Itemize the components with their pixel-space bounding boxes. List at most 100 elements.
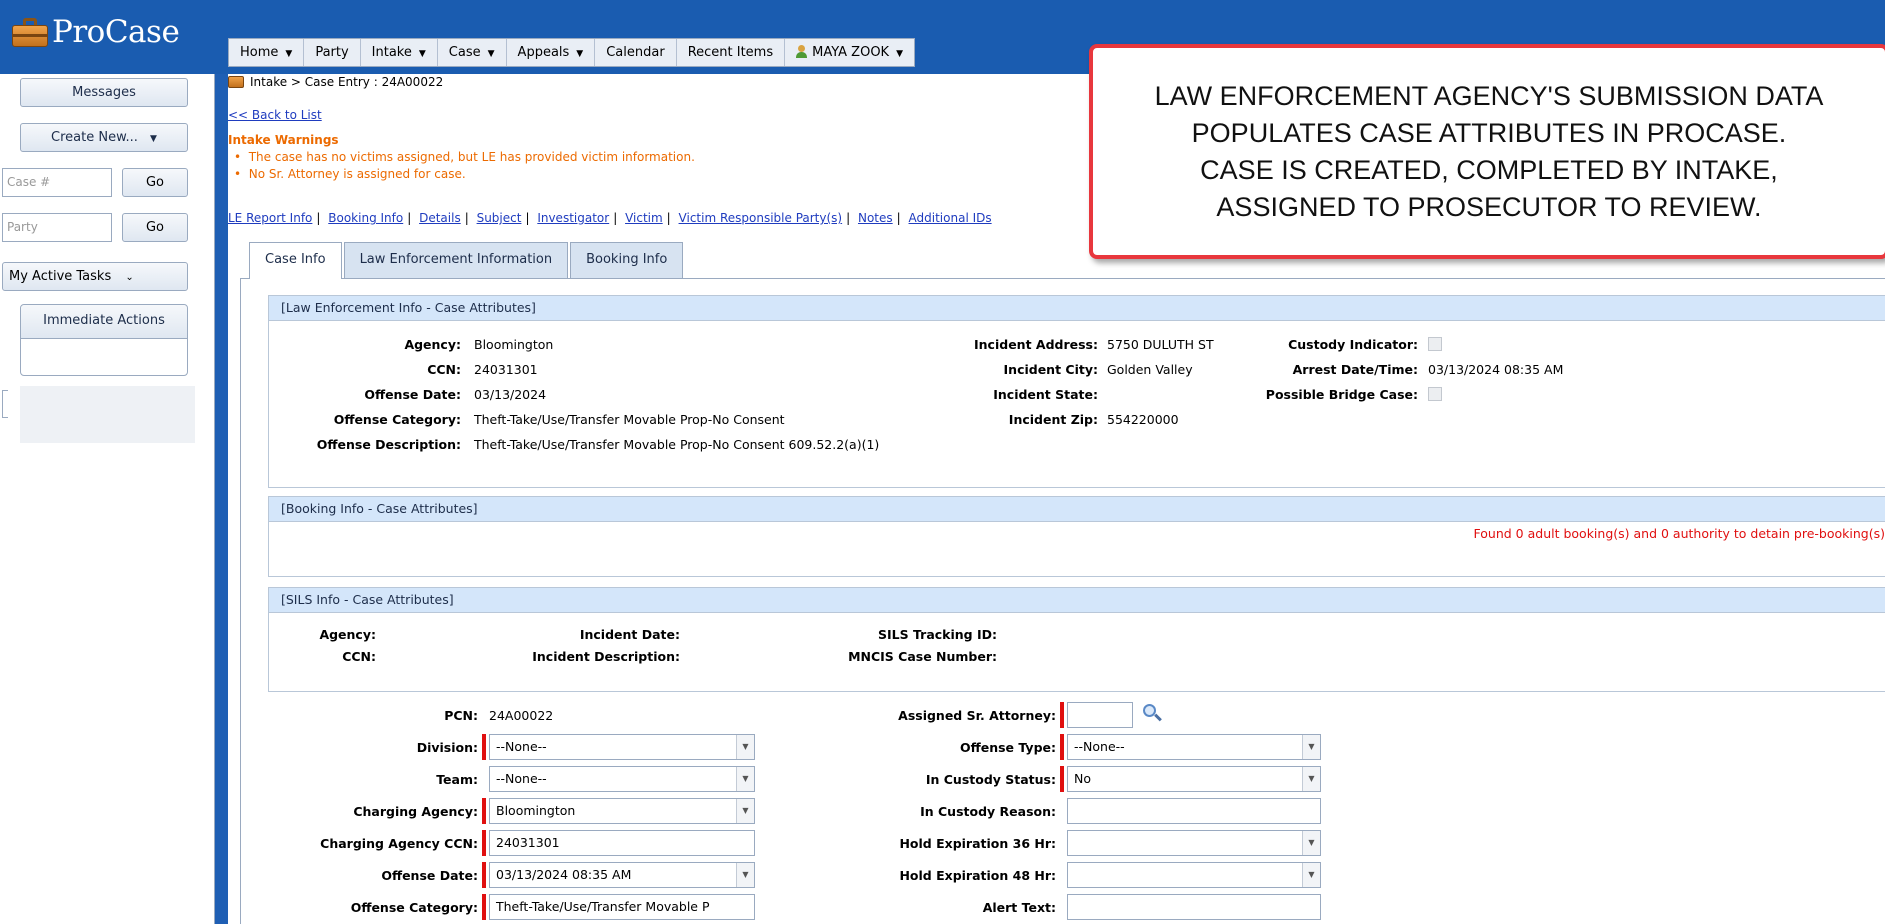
charging-agency-select[interactable]: Bloomington ▼ [489,798,755,824]
le-ccn-label: CCN: [427,362,461,377]
hold-expiration-36-label: Hold Expiration 36 Hr: [899,836,1056,851]
custody-status-select[interactable]: No ▼ [1067,766,1321,792]
le-offense-category-value: Theft-Take/Use/Transfer Movable Prop-No … [474,412,785,427]
tab-booking-info[interactable]: Booking Info [570,242,684,278]
breadcrumb: Intake > Case Entry : 24A00022 [228,75,443,89]
link-additional-ids[interactable]: Additional IDs [909,211,992,225]
section-links: LE Report Info | Booking Info | Details | S… [228,211,992,225]
warning-item: • The case has no victims assigned, but … [234,150,695,164]
logo-text: ProCase [52,14,180,50]
case-go-button[interactable]: Go [122,168,188,197]
required-marker [482,734,486,760]
sils-tracking-id-label: SILS Tracking ID: [878,627,997,642]
chevron-down-icon: ▼ [418,49,426,59]
division-select[interactable]: --None-- ▼ [489,734,755,760]
nav-appeals[interactable]: Appeals ▼ [507,39,596,66]
nav-party[interactable]: Party [304,39,361,66]
chevron-down-icon: ▼ [150,134,157,144]
le-offense-date-label: Offense Date: [364,387,461,402]
required-marker [482,798,486,824]
nav-case[interactable]: Case ▼ [438,39,507,66]
breadcrumb-text: Intake > Case Entry : 24A00022 [250,75,444,89]
required-marker [482,830,486,856]
le-ccn-value: 24031301 [474,362,538,377]
custody-reason-input[interactable] [1067,798,1321,824]
party-go-button[interactable]: Go [122,213,188,242]
link-le-report-info[interactable]: LE Report Info [228,211,312,225]
incident-zip-value: 554220000 [1107,412,1179,427]
hold-expiration-48-label: Hold Expiration 48 Hr: [899,868,1056,883]
link-booking-info[interactable]: Booking Info [328,211,403,225]
chevron-down-icon: ▼ [736,863,754,887]
required-marker [482,894,486,920]
chevron-down-icon: ▼ [576,49,584,59]
sils-info-header: [SILS Info - Case Attributes] [269,588,1885,613]
procase-logo[interactable]: ProCase [12,14,180,50]
incident-city-value: Golden Valley [1107,362,1193,377]
nav-home[interactable]: Home ▼ [229,39,305,66]
hold-expiration-48-select[interactable]: ▼ [1067,862,1321,888]
sr-attorney-input[interactable] [1067,702,1133,728]
callout-text: LAW ENFORCEMENT AGENCY'S SUBMISSION DATA… [1154,80,1824,222]
chevron-down-icon: ▼ [285,49,293,59]
sr-attorney-label: Assigned Sr. Attorney: [898,708,1056,723]
required-marker [1060,734,1064,760]
le-offense-date-value: 03/13/2024 [474,387,547,402]
sils-incident-date-label: Incident Date: [579,627,680,642]
custody-indicator-label: Custody Indicator: [1288,337,1418,352]
tab-law-enforcement-information[interactable]: Law Enforcement Information [343,242,569,278]
chevron-down-icon: ▼ [736,735,754,759]
link-investigator[interactable]: Investigator [537,211,609,225]
nav-user-menu[interactable]: MAYA ZOOK ▼ [785,39,914,66]
offense-type-label: Offense Type: [959,740,1056,755]
sidebar-panel-edge [2,390,8,418]
offense-date-select[interactable]: 03/13/2024 08:35 AM ▼ [489,862,755,888]
sidebar [0,74,215,924]
nav-intake[interactable]: Intake ▼ [361,39,438,66]
le-offense-description-value: Theft-Take/Use/Transfer Movable Prop-No … [474,437,880,452]
link-subject[interactable]: Subject [477,211,522,225]
custody-status-label: In Custody Status: [925,772,1056,787]
required-marker [1060,766,1064,792]
custody-indicator-checkbox[interactable] [1428,337,1442,351]
chevron-down-icon: ▼ [736,799,754,823]
case-number-input[interactable]: Case # [2,168,112,197]
team-label: Team: [436,772,478,787]
create-new-button[interactable]: Create New... ▼ [20,123,188,152]
link-victim-responsible-party[interactable]: Victim Responsible Party(s) [679,211,843,225]
charging-agency-ccn-input[interactable]: 24031301 [489,830,755,856]
warning-item: • No Sr. Attorney is assigned for case. [234,167,466,181]
sils-ccn-label: CCN: [342,649,376,664]
back-to-list-link[interactable]: << Back to List [228,108,322,122]
tab-case-info[interactable]: Case Info [249,242,342,279]
team-select[interactable]: --None-- ▼ [489,766,755,792]
briefcase-icon [228,76,244,88]
le-offense-category-label: Offense Category: [333,412,461,427]
alert-text-input[interactable] [1067,894,1321,920]
nav-recent-items[interactable]: Recent Items [677,39,786,66]
required-marker [1060,702,1064,728]
tasks-select[interactable]: My Active Tasks ⌄ [2,262,188,291]
division-label: Division: [416,740,478,755]
link-notes[interactable]: Notes [858,211,893,225]
chevron-down-icon: ⌄ [125,272,134,283]
search-icon[interactable] [1142,703,1162,723]
hold-expiration-36-select[interactable]: ▼ [1067,830,1321,856]
party-input[interactable]: Party [2,213,112,242]
nav-calendar[interactable]: Calendar [595,39,677,66]
offense-type-select[interactable]: --None-- ▼ [1067,734,1321,760]
messages-button[interactable]: Messages [20,78,188,107]
custody-reason-label: In Custody Reason: [920,804,1056,819]
incident-address-label: Incident Address: [974,337,1098,352]
incident-zip-label: Incident Zip: [1008,412,1098,427]
sils-agency-label: Agency: [319,627,376,642]
immediate-actions-header[interactable]: Immediate Actions [21,305,187,339]
pcn-label: PCN: [444,708,478,723]
link-details[interactable]: Details [419,211,461,225]
bridge-case-checkbox[interactable] [1428,387,1442,401]
offense-category-input[interactable]: Theft-Take/Use/Transfer Movable P [489,894,755,920]
arrest-date-value: 03/13/2024 08:35 AM [1428,362,1564,377]
link-victim[interactable]: Victim [625,211,663,225]
alert-text-label: Alert Text: [982,900,1056,915]
incident-address-value: 5750 DULUTH ST [1107,337,1214,352]
